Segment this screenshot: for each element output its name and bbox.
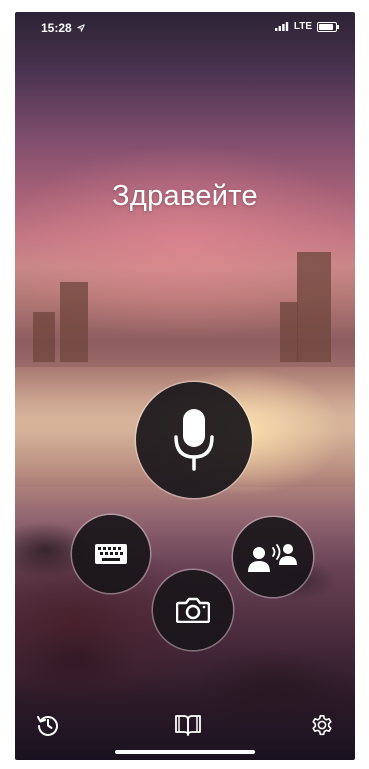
history-button[interactable]: [33, 710, 63, 740]
background-building: [33, 312, 55, 362]
network-type: LTE: [293, 21, 312, 32]
keyboard-icon: [95, 544, 127, 564]
bottom-toolbar: [15, 690, 355, 760]
status-bar: 15:28 LTE: [15, 12, 355, 44]
greeting-text: Здравейте: [112, 180, 258, 212]
background-building: [280, 302, 298, 362]
microphone-icon: [174, 409, 214, 471]
status-indicators: LTE: [274, 21, 339, 32]
background-building: [297, 252, 331, 362]
gear-icon: [312, 714, 332, 736]
battery-icon: [317, 21, 339, 32]
settings-button[interactable]: [307, 710, 337, 740]
phrasebook-button[interactable]: [173, 710, 203, 740]
keyboard-input-button[interactable]: [72, 515, 150, 593]
time-text: 15:28: [41, 21, 72, 35]
background-building: [60, 282, 88, 362]
location-arrow-icon: [77, 24, 85, 32]
book-icon: [175, 715, 201, 736]
history-icon: [37, 716, 58, 736]
signal-bars-icon: [274, 22, 289, 31]
voice-translate-button[interactable]: [136, 382, 252, 498]
camera-translate-button[interactable]: [153, 570, 233, 650]
app-screen: 15:28 LTE Здравейте: [15, 12, 355, 760]
home-indicator[interactable]: [115, 750, 255, 754]
conversation-mode-button[interactable]: [233, 517, 313, 597]
camera-icon: [176, 597, 210, 623]
status-time: 15:28: [41, 21, 85, 35]
conversation-icon: [248, 544, 297, 572]
